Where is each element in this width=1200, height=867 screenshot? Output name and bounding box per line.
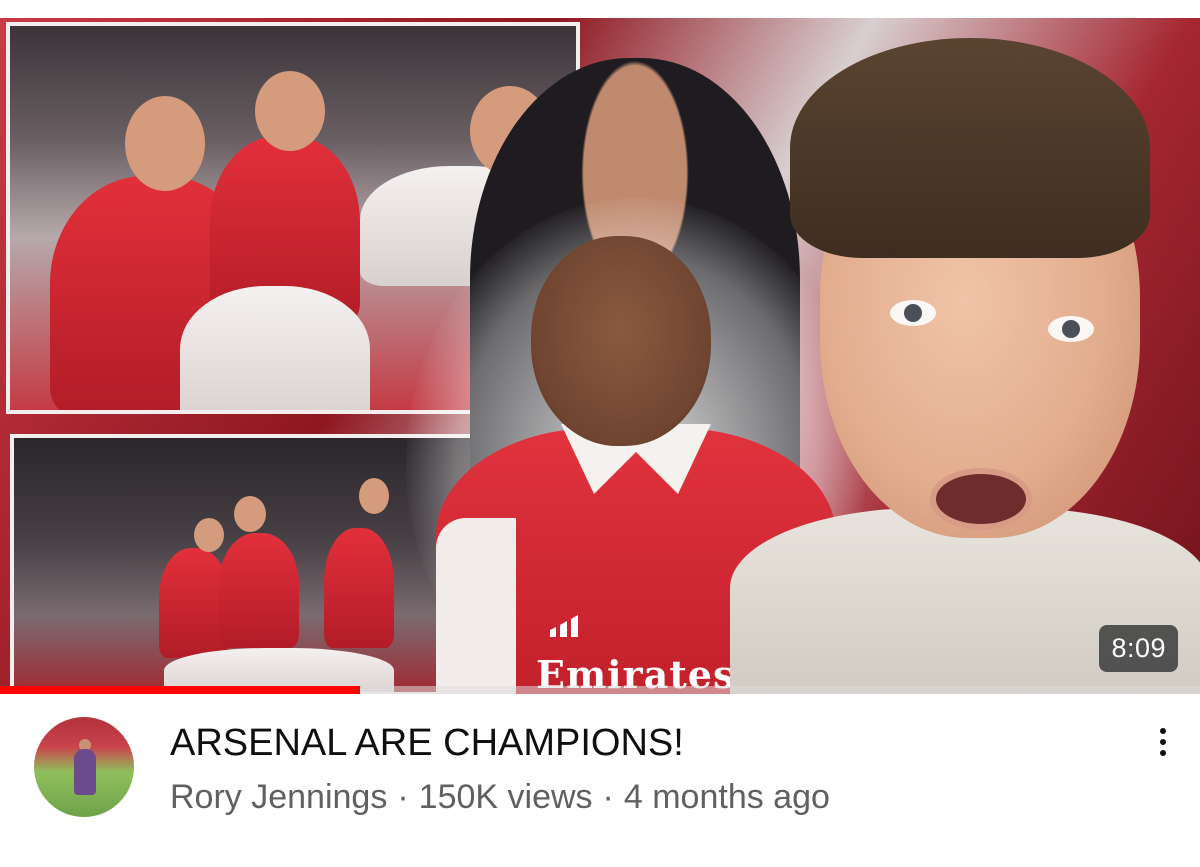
meta-separator: · bbox=[602, 778, 614, 816]
channel-name[interactable]: Rory Jennings bbox=[170, 778, 387, 816]
upload-age: 4 months ago bbox=[623, 778, 830, 816]
meta-separator: · bbox=[397, 778, 409, 816]
video-title[interactable]: ARSENAL ARE CHAMPIONS! bbox=[170, 722, 684, 765]
watch-progress-bar bbox=[0, 686, 1200, 694]
video-thumbnail[interactable]: Emirates 8:09 bbox=[0, 18, 1200, 694]
view-count: 150K views bbox=[418, 778, 593, 816]
video-meta: Rory Jennings · 150K views · 4 months ago bbox=[170, 778, 830, 817]
duration-badge: 8:09 bbox=[1099, 625, 1178, 672]
channel-avatar[interactable] bbox=[34, 717, 134, 817]
thumbnail-presenter bbox=[730, 38, 1200, 694]
adidas-logo-icon bbox=[550, 615, 578, 637]
more-vert-icon[interactable] bbox=[1146, 722, 1180, 762]
watch-progress-fill bbox=[0, 686, 360, 694]
